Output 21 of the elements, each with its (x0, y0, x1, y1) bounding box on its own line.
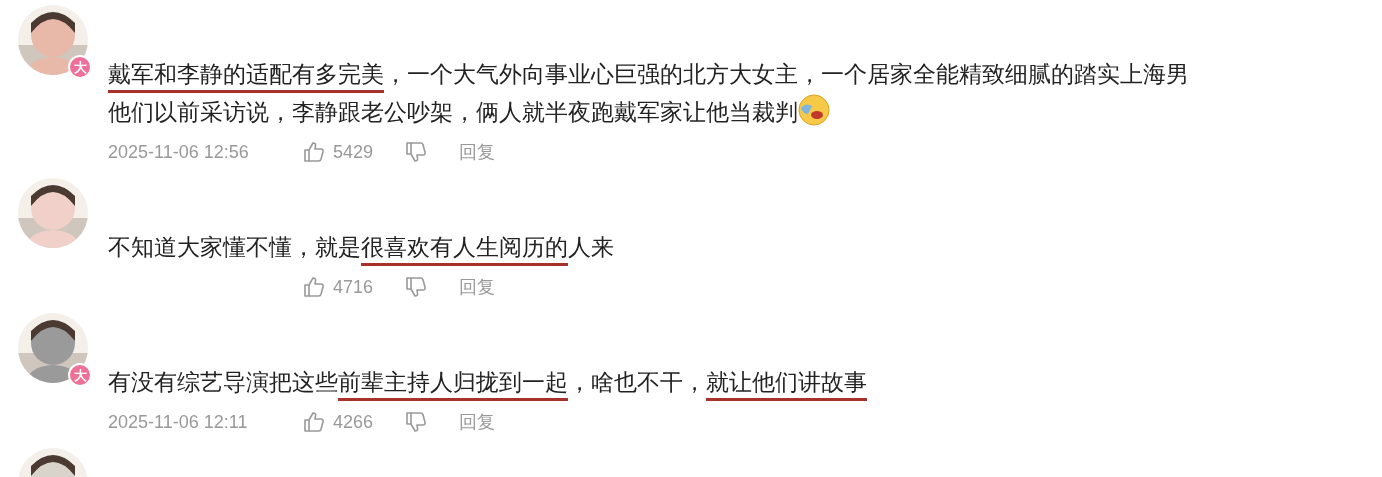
thumbs-down-icon[interactable] (405, 276, 428, 298)
thumbs-up-icon[interactable] (303, 276, 325, 298)
like-count: 4716 (333, 275, 374, 299)
comment-text: 有没有综艺导演把这些前辈主持人归拢到一起，啥也不干，就让他们讲故事 (108, 364, 867, 402)
badge: 大 (68, 363, 92, 387)
comment-text: 戴军和李静的适配有多完美，一个大气外向事业心巨强的北方大女主，一个居家全能精致细腻的踏实上海男 (108, 56, 1189, 94)
badge: 大 (68, 55, 92, 79)
like-count: 4266 (333, 410, 374, 434)
reply-link[interactable]: 回复 (459, 273, 496, 301)
thumbs-down-icon[interactable] (405, 411, 428, 433)
reply-link[interactable]: 回复 (459, 408, 496, 436)
timestamp: 2025-11-06 12:11 (108, 411, 248, 432)
reply-link[interactable]: 回复 (459, 138, 496, 166)
like-count: 5429 (333, 140, 374, 164)
thumbs-down-icon[interactable] (405, 141, 428, 163)
timestamp: 2025-11-06 12:56 (108, 141, 249, 162)
comment-text: 他们以前采访说，李静跟老公吵架，俩人就半夜跑戴军家让他当裁判 (108, 94, 1189, 132)
laughing-face-icon (798, 94, 830, 126)
comment-text: 不知道大家懂不懂，就是很喜欢有人生阅历的人来 (108, 229, 614, 267)
thumbs-up-icon[interactable] (303, 141, 325, 163)
thumbs-up-icon[interactable] (303, 411, 325, 433)
